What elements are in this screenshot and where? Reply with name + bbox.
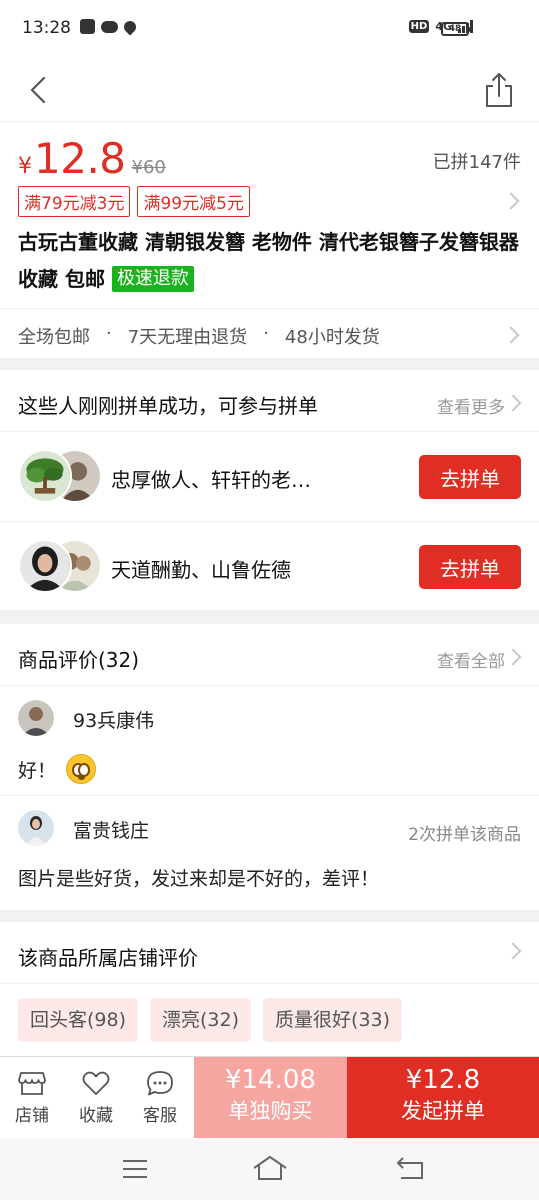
share-icon (486, 73, 512, 107)
status-bar: 13:28 HD 4G 48 (0, 0, 539, 60)
reviews-section: 商品评价(32) 查看全部 93兵康伟 好！ 富贵钱庄 2次拼单该商品 图片是些… (0, 624, 539, 910)
hd-icon: HD (408, 20, 430, 33)
service-item: 全场包邮 (18, 327, 90, 348)
product-info-section: ¥ 12.8 ¥60 已拼147件 满79元减3元 满99元减5元 古玩古董收藏… (0, 122, 539, 358)
buy-alone-label: 单独购买 (228, 1099, 313, 1123)
review-text: 图片是些好货，发过来却是不好的，差评！ (18, 868, 380, 890)
shop-label: 店铺 (15, 1106, 49, 1126)
section-divider (0, 610, 539, 624)
location-icon (121, 18, 139, 36)
group-member-names: 天道酬勤、山鲁佐德 (111, 558, 291, 582)
join-group-button[interactable]: 去拼单 (419, 455, 521, 499)
reviewer-avatar (18, 810, 54, 846)
chevron-right-icon[interactable] (502, 192, 520, 210)
see-more-link[interactable]: 查看更多 (437, 393, 505, 418)
service-row[interactable]: 全场包邮 · 7天无理由退货 · 48小时发货 (0, 308, 539, 358)
flushed-emoji-icon (66, 754, 97, 784)
heart-icon (82, 1071, 110, 1095)
shop-reviews-title: 该商品所属店铺评价 (18, 946, 198, 970)
battery-icon: 48 (441, 22, 472, 36)
avatar (18, 539, 72, 593)
group-price: 12.8 (34, 134, 126, 183)
shop-reviews-section: 该商品所属店铺评价 回头客(98) 漂亮(32) 质量很好(33) (0, 922, 539, 1056)
review-text: 好！ (18, 759, 57, 782)
product-title: 古玩古董收藏 清朝银发簪 老物件 清代老银簪子发簪银器收藏 包邮 极速退款 (18, 224, 523, 298)
coupon-list[interactable]: 满79元减3元 满99元减5元 (18, 186, 250, 217)
repeat-purchase-note: 2次拼单该商品 (408, 825, 521, 845)
avatar-stack (18, 449, 102, 505)
chat-bubble-icon (147, 1071, 173, 1096)
group-member-names: 忠厚做人、轩轩的老… (111, 468, 311, 492)
currency-symbol: ¥ (18, 154, 32, 179)
buy-alone-button[interactable]: ¥14.08 单独购买 (194, 1057, 347, 1139)
shop-reviews-header[interactable]: 该商品所属店铺评价 (0, 922, 539, 984)
status-notification-icons (80, 18, 139, 36)
group-row: 天道酬勤、山鲁佐德 去拼单 (0, 522, 539, 612)
chevron-right-icon (504, 394, 522, 412)
avatar-stack (18, 539, 102, 595)
reviews-header[interactable]: 商品评价(32) 查看全部 (0, 624, 539, 686)
review-tag[interactable]: 回头客(98) (18, 998, 139, 1042)
cloud-icon (101, 21, 118, 33)
review-item: 富贵钱庄 2次拼单该商品 图片是些好货，发过来却是不好的，差评！ (0, 796, 539, 910)
product-title-text: 古玩古董收藏 清朝银发簪 老物件 清代老银簪子发簪银器收藏 包邮 (18, 230, 519, 291)
service-separator: · (263, 323, 269, 344)
avatar (18, 449, 72, 503)
system-nav-bar (0, 1138, 539, 1200)
chevron-right-icon (504, 942, 522, 960)
service-list: 全场包邮 · 7天无理由退货 · 48小时发货 (18, 323, 380, 349)
coupon-tag[interactable]: 满79元减3元 (18, 186, 131, 217)
favorite-button[interactable]: 收藏 (66, 1069, 126, 1126)
home-icon[interactable] (251, 1154, 289, 1182)
original-price: ¥60 (131, 157, 166, 178)
shop-review-tags: 回头客(98) 漂亮(32) 质量很好(33) (18, 998, 403, 1042)
shop-button[interactable]: 店铺 (2, 1069, 62, 1126)
buy-alone-price: ¥14.08 (225, 1065, 316, 1095)
group-buy-label: 发起拼单 (401, 1099, 485, 1123)
section-divider (0, 910, 539, 922)
favorite-label: 收藏 (79, 1106, 113, 1126)
back-arrow-icon (30, 76, 46, 104)
review-tag[interactable]: 漂亮(32) (150, 998, 252, 1042)
status-time: 13:28 (22, 18, 71, 38)
review-item: 93兵康伟 好！ (0, 686, 539, 796)
service-label: 客服 (143, 1106, 177, 1126)
back-button[interactable] (18, 68, 62, 112)
group-buy-header[interactable]: 这些人刚刚拼单成功，可参与拼单 查看更多 (0, 370, 539, 432)
reviews-title: 商品评价(32) (18, 648, 140, 672)
group-buy-price: ¥12.8 (405, 1065, 481, 1095)
chevron-right-icon (502, 326, 520, 344)
price-row: ¥ 12.8 ¥60 (18, 134, 166, 183)
return-icon[interactable] (395, 1154, 427, 1182)
chevron-right-icon (504, 648, 522, 666)
coupon-tag[interactable]: 满99元减5元 (137, 186, 250, 217)
reviewer-avatar (18, 700, 54, 736)
see-all-link[interactable]: 查看全部 (437, 647, 505, 672)
nav-bar (0, 60, 539, 122)
service-item: 48小时发货 (284, 327, 380, 348)
reviewer-name: 93兵康伟 (73, 710, 155, 732)
shop-icon (18, 1072, 46, 1095)
menu-icon[interactable] (120, 1156, 150, 1182)
customer-service-button[interactable]: 客服 (130, 1069, 190, 1126)
service-item: 7天无理由退货 (127, 327, 248, 348)
reviewer-name: 富贵钱庄 (73, 820, 150, 842)
bottom-action-bar: 店铺 收藏 客服 ¥14.08 单独购买 ¥12.8 发起拼单 (0, 1056, 539, 1139)
group-buy-title: 这些人刚刚拼单成功，可参与拼单 (18, 394, 318, 418)
sold-count: 已拼147件 (432, 152, 521, 173)
review-content: 好！ (18, 754, 97, 784)
join-group-button[interactable]: 去拼单 (419, 545, 521, 589)
start-group-button[interactable]: ¥12.8 发起拼单 (347, 1057, 539, 1139)
service-separator: · (106, 323, 112, 344)
share-button[interactable] (479, 68, 519, 112)
group-buy-section: 这些人刚刚拼单成功，可参与拼单 查看更多 忠厚做人、轩轩的老… 去拼单 天道酬勤… (0, 370, 539, 610)
section-divider (0, 358, 539, 370)
review-tag[interactable]: 质量很好(33) (263, 998, 403, 1042)
fast-refund-badge: 极速退款 (111, 266, 194, 292)
group-row: 忠厚做人、轩轩的老… 去拼单 (0, 432, 539, 522)
review-content: 图片是些好货，发过来却是不好的，差评！ (18, 864, 379, 891)
alipay-icon (80, 19, 95, 34)
